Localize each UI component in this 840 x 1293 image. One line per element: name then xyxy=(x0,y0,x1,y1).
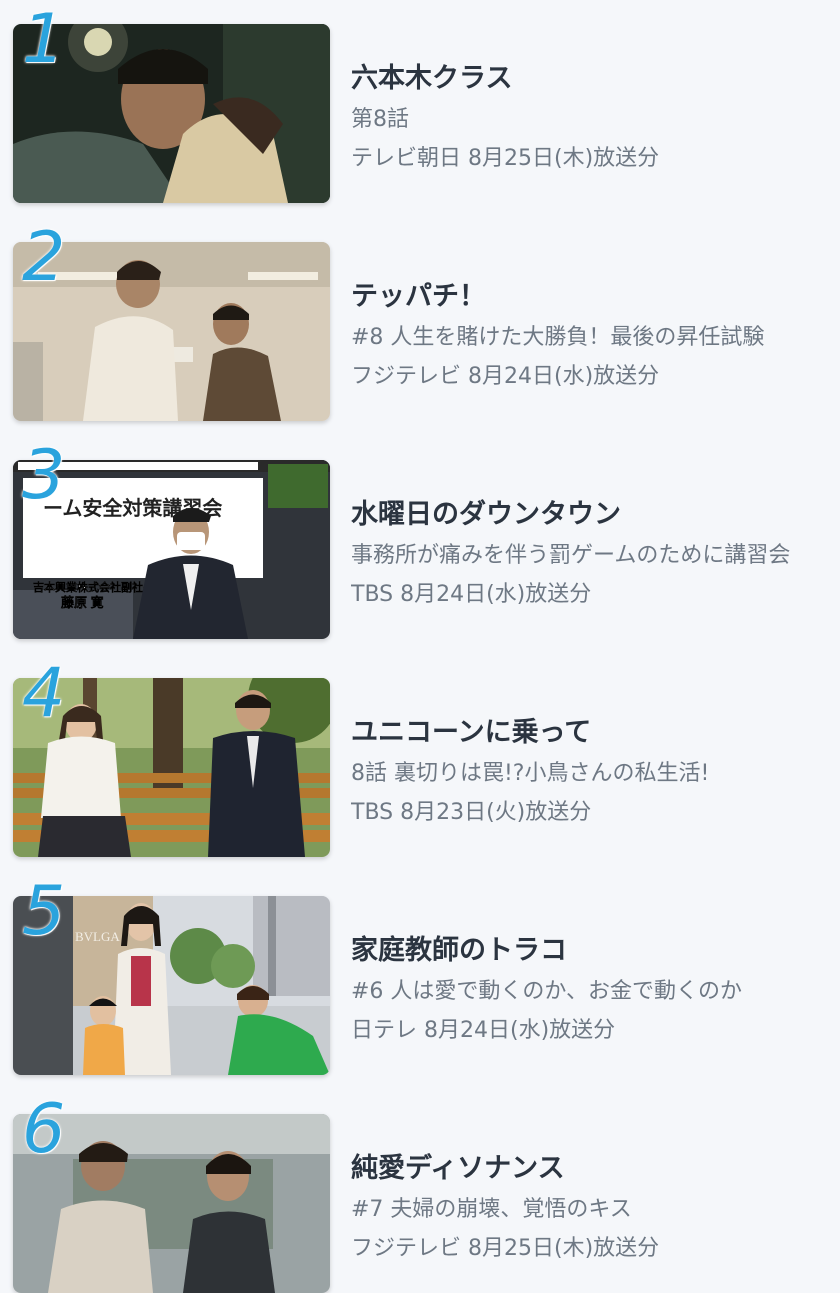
episode-subtitle: 第8話 xyxy=(351,107,409,132)
program-title[interactable]: ユニコーンに乗って xyxy=(351,710,831,749)
program-title[interactable]: 六本木クラス xyxy=(351,56,831,95)
program-title[interactable]: 家庭教師のトラコ xyxy=(351,928,831,967)
program-title[interactable]: テッパチ！ xyxy=(351,274,831,313)
episode-subtitle: 事務所が痛みを伴う罰ゲームのために講習会 xyxy=(351,543,791,568)
ranking-item[interactable]: 6 純愛ディソナンス #7 夫婦の崩壊、覚悟のキス フジテレビ 8月25日(木)… xyxy=(0,1090,840,1293)
rank-number: 6 xyxy=(22,1090,66,1169)
rank-number: 3 xyxy=(22,436,66,515)
ranking-item[interactable]: BVLGA 5 家庭教師のトラコ #6 人は愛で動くのか、お金で動くのか 日テレ… xyxy=(0,872,840,1075)
rank-number: 2 xyxy=(22,218,66,297)
ranking-item[interactable]: ーム安全対策講習会 吉本興業株式会社副社長 藤原 寛 3 水曜日のダウンタウン … xyxy=(0,436,840,639)
program-title[interactable]: 純愛ディソナンス xyxy=(351,1146,831,1185)
broadcast-info: テレビ朝日 8月25日(木)放送分 xyxy=(351,146,660,171)
rank-number: 5 xyxy=(22,872,66,951)
program-title[interactable]: 水曜日のダウンタウン xyxy=(351,492,831,531)
episode-subtitle: #6 人は愛で動くのか、お金で動くのか xyxy=(351,979,742,1004)
ranking-item[interactable]: 4 ユニコーンに乗って 8話 裏切りは罠!?小鳥さんの私生活! TBS 8月23… xyxy=(0,654,840,857)
broadcast-info: フジテレビ 8月25日(木)放送分 xyxy=(351,1236,660,1261)
broadcast-info: フジテレビ 8月24日(水)放送分 xyxy=(351,364,660,389)
episode-subtitle: 8話 裏切りは罠!?小鳥さんの私生活! xyxy=(351,761,710,786)
broadcast-info: TBS 8月24日(水)放送分 xyxy=(351,582,592,607)
thumbnail-caption-2: 藤原 寛 xyxy=(61,595,104,610)
broadcast-info: TBS 8月23日(火)放送分 xyxy=(351,800,592,825)
episode-subtitle: #8 人生を賭けた大勝負！最後の昇任試験 xyxy=(351,325,765,350)
rank-number: 4 xyxy=(22,654,66,733)
thumbnail-sign-text: BVLGA xyxy=(75,929,120,944)
broadcast-info: 日テレ 8月24日(水)放送分 xyxy=(351,1018,616,1043)
episode-subtitle: #7 夫婦の崩壊、覚悟のキス xyxy=(351,1197,632,1222)
rank-number: 1 xyxy=(22,0,66,79)
thumbnail-caption-1: 吉本興業株式会社副社長 xyxy=(33,580,155,594)
ranking-item[interactable]: 2 テッパチ！ #8 人生を賭けた大勝負！最後の昇任試験 フジテレビ 8月24日… xyxy=(0,218,840,421)
ranking-item[interactable]: 1 六本木クラス 第8話 テレビ朝日 8月25日(木)放送分 xyxy=(0,0,840,203)
ranking-list: 1 六本木クラス 第8話 テレビ朝日 8月25日(木)放送分 2 テッパチ！ #… xyxy=(0,0,840,1293)
